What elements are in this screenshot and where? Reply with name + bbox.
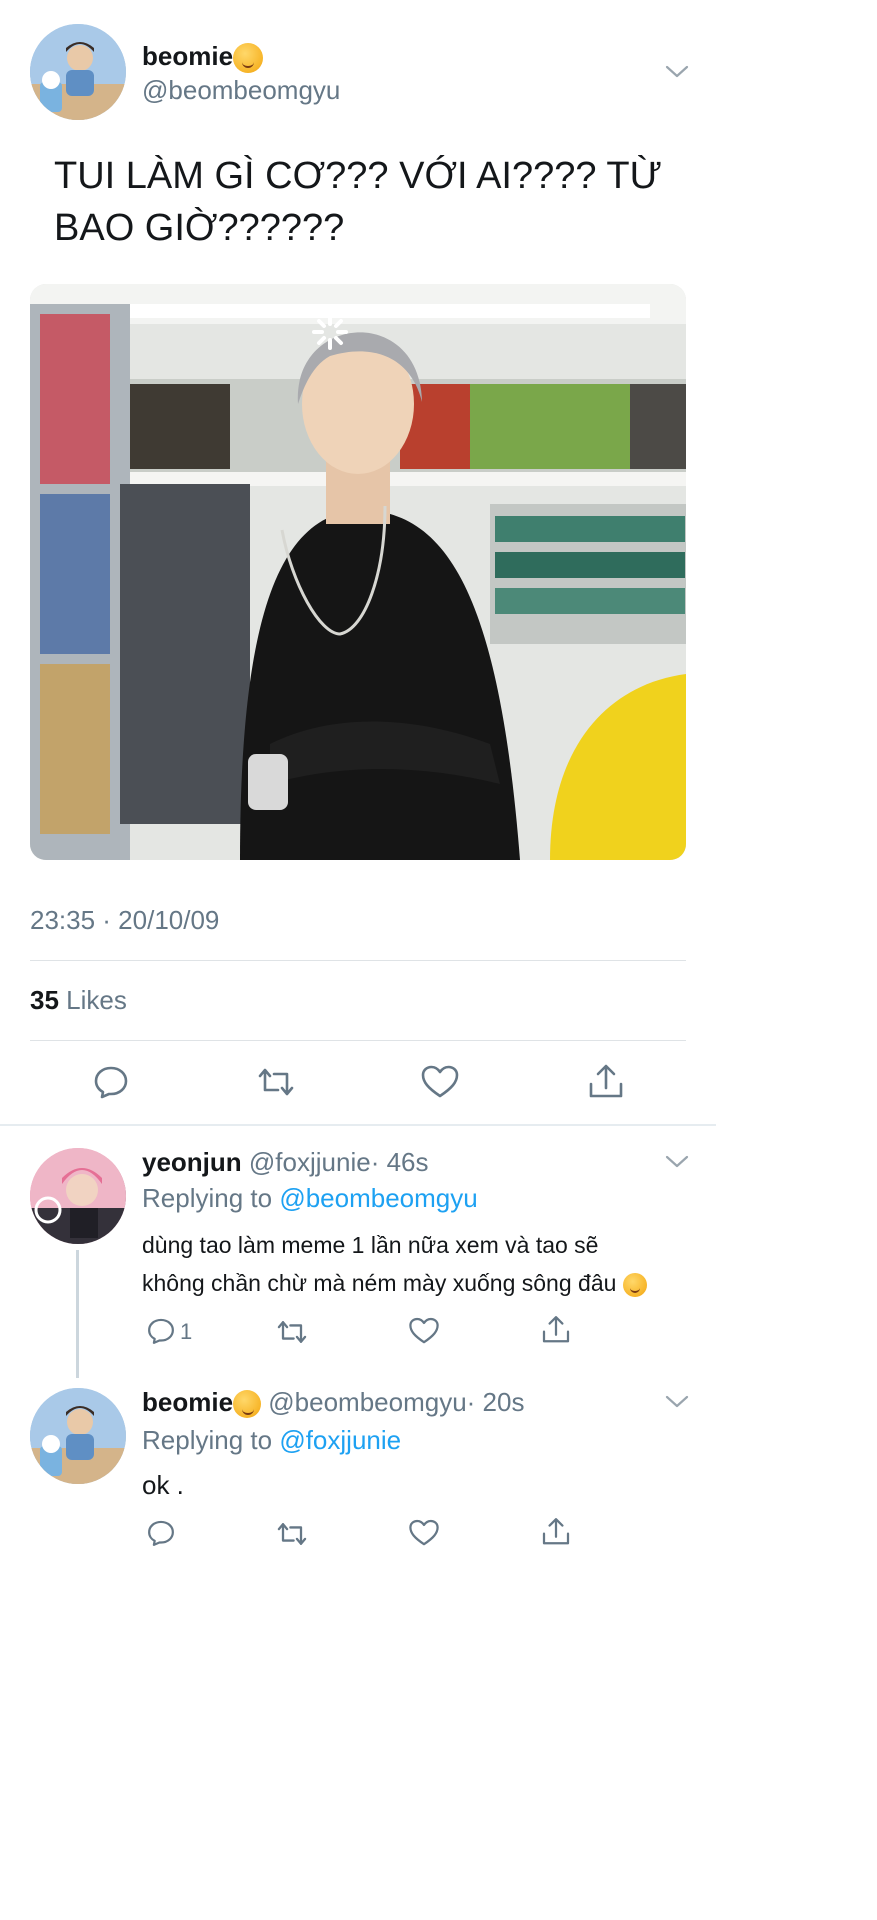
reply-handle[interactable]: @foxjjunie [249,1147,371,1177]
author-handle[interactable]: @beombeomgyu [142,74,340,106]
reply-display-name[interactable]: beomie [142,1387,233,1417]
reply-like-icon[interactable] [408,1518,440,1548]
reply-share-icon[interactable] [540,1516,572,1548]
reply-header: beomie @beombeomgyu· 20s [142,1386,525,1419]
likes-count: 35 [30,985,59,1015]
replying-prefix: Replying to [142,1425,273,1455]
smiling-face-with-hearts-icon [622,1272,647,1297]
reply-avatar[interactable] [30,1148,126,1244]
smiling-face-with-hearts-icon [233,1390,262,1419]
reply-avatar[interactable] [30,1388,126,1484]
likes-summary[interactable]: 35 Likes [30,984,127,1016]
reply-header: yeonjun @foxjjunie· 46s [142,1146,429,1178]
reply-time[interactable]: · 20s [467,1387,525,1417]
retweet-icon[interactable] [254,1066,298,1098]
author-avatar[interactable] [30,24,126,120]
replying-prefix: Replying to [142,1183,273,1213]
reply-reply-count: 1 [180,1319,193,1344]
reply-time[interactable]: · 46s [371,1147,429,1177]
reply-icon[interactable] [92,1064,130,1100]
reply-text: dùng tao làm meme 1 lần nữa xem và tao s… [142,1226,647,1302]
divider [30,960,686,961]
divider [30,1040,686,1041]
more-options-chevron-icon[interactable] [664,62,690,80]
reply-share-icon[interactable] [540,1314,572,1346]
tweet-photo[interactable] [30,284,686,860]
share-icon[interactable] [586,1062,626,1102]
reply-handle[interactable]: @beombeomgyu [268,1387,466,1417]
section-divider [0,1124,716,1126]
tweet-text: TUI LÀM GÌ CƠ??? VỚI AI???? TỪ BAO GIỜ??… [54,150,694,254]
replying-to-link[interactable]: @beombeomgyu [279,1183,477,1213]
replying-to: Replying to @foxjjunie [142,1424,401,1456]
reply-more-options-chevron-icon[interactable] [664,1152,690,1170]
thread-line [76,1250,79,1378]
reply-reply-icon[interactable] [146,1316,176,1346]
reply-text-line-2: không chần chừ mà ném mày xuống sông đâu [142,1270,617,1296]
reply-text-line-1: dùng tao làm meme 1 lần nữa xem và tao s… [142,1232,599,1258]
likes-label: Likes [66,985,127,1015]
reply-retweet-icon[interactable] [274,1520,310,1548]
smiling-face-with-hearts-icon [233,43,264,74]
reply-text: ok . [142,1470,184,1500]
tweet-timestamp[interactable]: 23:35 · 20/10/09 [30,904,219,936]
replying-to-link[interactable]: @foxjjunie [279,1425,401,1455]
tweet-text-line-1: TUI LÀM GÌ CƠ??? VỚI AI???? TỪ [54,155,663,197]
tweet-text-line-2: BAO GIỜ?????? [54,207,345,249]
reply-text-line-2-row: không chần chừ mà ném mày xuống sông đâu [142,1264,647,1302]
reply-display-name[interactable]: yeonjun [142,1147,242,1177]
replying-to: Replying to @beombeomgyu [142,1182,478,1214]
reply-retweet-icon[interactable] [274,1318,310,1346]
reply-more-options-chevron-icon[interactable] [664,1392,690,1410]
reply-reply-icon[interactable] [146,1518,176,1548]
author-display-name[interactable]: beomie [142,41,233,71]
author-name-row: beomie [142,38,264,74]
like-icon[interactable] [420,1064,460,1100]
reply-like-icon[interactable] [408,1316,440,1346]
